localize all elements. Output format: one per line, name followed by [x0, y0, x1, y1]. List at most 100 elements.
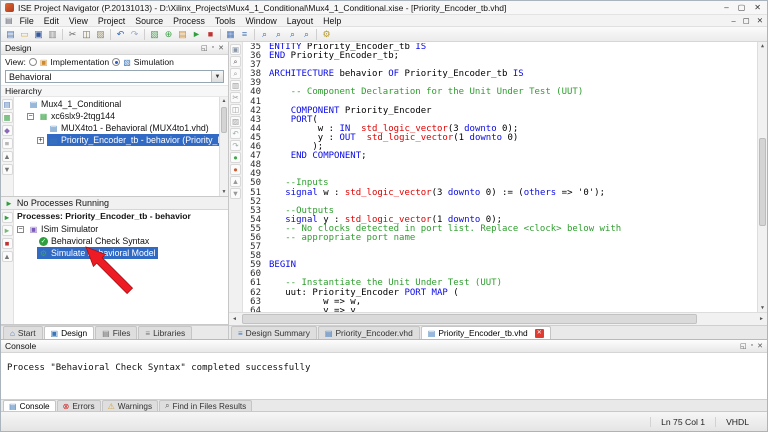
zoom-out-icon[interactable]: ⌕: [272, 28, 285, 41]
scroll-down-icon[interactable]: ▼: [761, 305, 764, 311]
window-minimize-icon[interactable]: –: [724, 3, 728, 12]
menu-project[interactable]: Project: [93, 16, 130, 26]
panel-close-icon[interactable]: ✕: [757, 342, 763, 350]
print-icon[interactable]: ▥: [46, 28, 59, 41]
panel-close-icon[interactable]: ✕: [218, 44, 224, 52]
window-maximize-icon[interactable]: ▢: [738, 3, 746, 12]
bookmark-up-icon[interactable]: ▲: [230, 176, 241, 187]
sources-view-icon[interactable]: ▤: [2, 99, 13, 110]
close-tab-icon[interactable]: ✕: [535, 329, 544, 338]
code-line-48[interactable]: 48: [243, 161, 757, 170]
zoom-selection-icon[interactable]: ⌕: [300, 28, 313, 41]
implementation-radio[interactable]: [29, 58, 37, 66]
code-line-38[interactable]: 38ARCHITECTURE behavior OF Priority_Enco…: [243, 70, 757, 79]
process-item-simulate-behavioral-model[interactable]: ⚙Simulate Behavioral Model: [14, 247, 228, 259]
editor-horizontal-scrollbar[interactable]: ◄ ►: [229, 312, 767, 325]
redo-icon[interactable]: ↷: [128, 28, 141, 41]
menu-edit[interactable]: Edit: [39, 16, 64, 26]
move-down-icon[interactable]: ▼: [2, 164, 13, 175]
console-tab-console[interactable]: ▤Console: [3, 400, 56, 411]
expander-minus-icon[interactable]: −: [27, 113, 34, 120]
editor-tab-design-summary[interactable]: ≡Design Summary: [231, 326, 317, 339]
run-process-icon[interactable]: ►: [2, 212, 13, 223]
move-up-icon[interactable]: ▲: [2, 151, 13, 162]
expander-plus-icon[interactable]: +: [37, 137, 44, 144]
scroll-right-icon[interactable]: ►: [759, 316, 764, 322]
add-source-icon[interactable]: ⊕: [162, 28, 175, 41]
check-mark-icon[interactable]: ●: [230, 152, 241, 163]
stop-process-icon[interactable]: ■: [2, 238, 13, 249]
behavioral-dropdown[interactable]: Behavioral ▼: [5, 70, 224, 83]
window-close-icon[interactable]: ✕: [754, 3, 761, 12]
save-file-icon[interactable]: ▣: [230, 44, 241, 55]
bookmark-down-icon[interactable]: ▼: [230, 188, 241, 199]
code-line-42[interactable]: 42 COMPONENT Priority_Encoder: [243, 107, 757, 116]
redo-edit-icon[interactable]: ↷: [230, 140, 241, 151]
hierarchy-item-mux4to1-behavioral-mux4to1-vhd[interactable]: ▤MUX4to1 - Behavioral (MUX4to1.vhd): [14, 122, 219, 134]
panel-dock-icon[interactable]: ◱: [201, 44, 208, 52]
error-mark-icon[interactable]: ●: [230, 164, 241, 175]
scrollbar-thumb[interactable]: [759, 138, 766, 226]
find-next-icon[interactable]: ⌕: [230, 68, 241, 79]
rerun-process-icon[interactable]: ►: [2, 225, 13, 236]
undo-edit-icon[interactable]: ↶: [230, 128, 241, 139]
expander-minus-icon[interactable]: −: [17, 226, 24, 233]
hierarchy-item-priority-encoder-tb-behavior-p[interactable]: +▤Priority_Encoder_tb - behavior (Priori…: [14, 134, 219, 146]
target-up-icon[interactable]: ▲: [2, 251, 13, 262]
panel-tab-files[interactable]: ▤Files: [95, 326, 137, 339]
copy-text-icon[interactable]: ◫: [230, 104, 241, 115]
open-project-icon[interactable]: ▭: [18, 28, 31, 41]
reports-icon[interactable]: ▦: [224, 28, 237, 41]
panel-float-icon[interactable]: ▫: [212, 44, 214, 52]
menu-view[interactable]: View: [64, 16, 93, 26]
scroll-down-icon[interactable]: ▼: [222, 189, 227, 195]
code-line-47[interactable]: 47 END COMPONENT;: [243, 152, 757, 161]
save-icon[interactable]: ▣: [32, 28, 45, 41]
editor-tab-priority-encoder-tb-vhd[interactable]: ▤Priority_Encoder_tb.vhd✕: [421, 326, 551, 339]
zoom-full-icon[interactable]: ⌕: [286, 28, 299, 41]
paste-icon[interactable]: ▨: [94, 28, 107, 41]
libraries-view-icon[interactable]: ≡: [2, 138, 13, 149]
process-item-isim-simulator[interactable]: −▣ISim Simulator: [14, 223, 228, 235]
hierarchy-item-mux4-1-conditional[interactable]: ▤Mux4_1_Conditional: [14, 98, 219, 110]
undo-icon[interactable]: ↶: [114, 28, 127, 41]
editor-vertical-scrollbar[interactable]: ▲ ▼: [757, 42, 767, 312]
hierarchy-item-xc6slx9-2tqg144[interactable]: −▦xc6slx9-2tqg144: [14, 110, 219, 122]
editor-tab-priority-encoder-vhd[interactable]: ▤Priority_Encoder.vhd: [318, 326, 420, 339]
find-icon[interactable]: ⌕: [230, 56, 241, 67]
scrollbar-thumb[interactable]: [221, 107, 227, 133]
snapshots-view-icon[interactable]: ◆: [2, 125, 13, 136]
menu-window[interactable]: Window: [240, 16, 281, 26]
console-tab-find-in-files-results[interactable]: ⌕Find in Files Results: [159, 400, 252, 411]
scroll-up-icon[interactable]: ▲: [222, 98, 227, 104]
paste-text-icon[interactable]: ▨: [230, 116, 241, 127]
menu-process[interactable]: Process: [168, 16, 210, 26]
panel-tab-start[interactable]: ⌂Start: [3, 326, 43, 339]
process-item-behavioral-check-syntax[interactable]: ✓Behavioral Check Syntax: [14, 235, 228, 247]
mdi-minimize-icon[interactable]: –: [731, 16, 735, 25]
code-line-59[interactable]: 59BEGIN: [243, 261, 757, 270]
design-summary-icon[interactable]: ≡: [238, 28, 251, 41]
panel-float-icon[interactable]: ▫: [751, 342, 753, 350]
menu-help[interactable]: Help: [318, 16, 346, 26]
menu-source[interactable]: Source: [130, 16, 168, 26]
mdi-close-icon[interactable]: ✕: [757, 16, 763, 25]
run-icon[interactable]: ►: [190, 28, 203, 41]
menu-layout[interactable]: Layout: [282, 16, 318, 26]
hierarchy-scrollbar[interactable]: ▲ ▼: [219, 97, 228, 196]
simulation-radio[interactable]: [112, 58, 120, 66]
create-source-icon[interactable]: ▤: [176, 28, 189, 41]
menu-tools[interactable]: Tools: [210, 16, 241, 26]
code-line-40[interactable]: 40 -- Component Declaration for the Unit…: [243, 88, 757, 97]
cut-text-icon[interactable]: ✂: [230, 92, 241, 103]
stop-icon[interactable]: ■: [204, 28, 217, 41]
print-page-icon[interactable]: ▥: [230, 80, 241, 91]
code-line-58[interactable]: 58: [243, 252, 757, 261]
code-line-36[interactable]: 36END Priority_Encoder_tb;: [243, 52, 757, 61]
panel-dock-icon[interactable]: ◱: [740, 342, 747, 350]
console-tab-warnings[interactable]: ⚠Warnings: [102, 400, 158, 411]
code-line-57[interactable]: 57: [243, 243, 757, 252]
code-line-56[interactable]: 56 -- appropriate port name: [243, 234, 757, 243]
panel-tab-design[interactable]: ▣Design: [44, 326, 95, 339]
new-window-icon[interactable]: ▧: [148, 28, 161, 41]
